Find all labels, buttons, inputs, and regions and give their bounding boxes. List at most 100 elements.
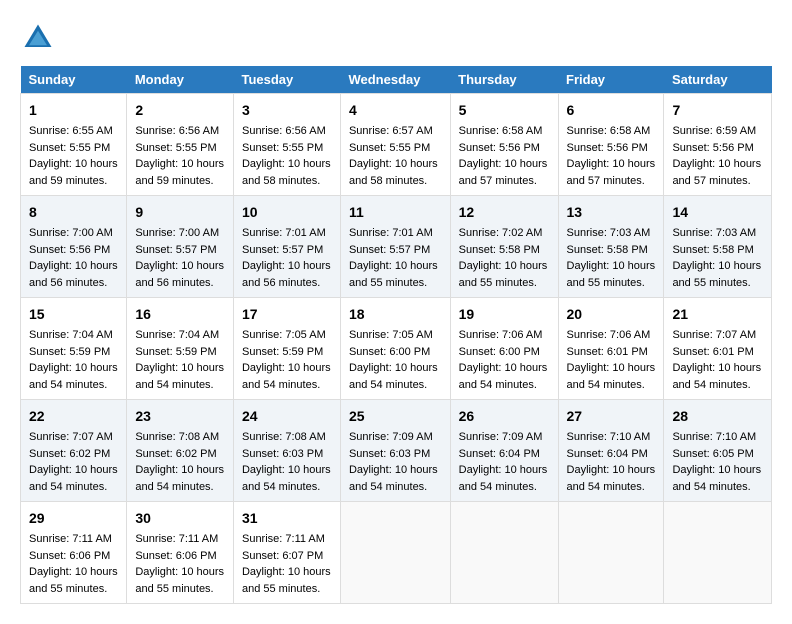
sunset-text: Sunset: 6:06 PM [29,550,110,562]
header-row: SundayMondayTuesdayWednesdayThursdayFrid… [21,66,772,94]
day-cell: 23Sunrise: 7:08 AMSunset: 6:02 PMDayligh… [127,400,234,502]
day-number: 23 [135,406,225,427]
day-cell: 27Sunrise: 7:10 AMSunset: 6:04 PMDayligh… [558,400,664,502]
sunset-text: Sunset: 6:00 PM [459,346,540,358]
day-number: 1 [29,100,118,121]
daylight-text: Daylight: 10 hours and 56 minutes. [29,260,118,289]
day-cell: 3Sunrise: 6:56 AMSunset: 5:55 PMDaylight… [233,94,340,196]
day-cell: 8 Sunrise: 7:00 AM Sunset: 5:56 PM Daylight… [21,196,127,298]
sunrise-text: Sunrise: 7:06 AM [567,329,651,341]
sunrise-text: Sunrise: 7:09 AM [349,431,433,443]
day-number: 17 [242,304,332,325]
day-number: 6 [567,100,656,121]
day-cell: 16Sunrise: 7:04 AMSunset: 5:59 PMDayligh… [127,298,234,400]
week-row-3: 15 Sunrise: 7:04 AM Sunset: 5:59 PM Dayligh… [21,298,772,400]
daylight-text: Daylight: 10 hours and 54 minutes. [459,362,548,391]
daylight-text: Daylight: 10 hours and 54 minutes. [29,464,118,493]
daylight-text: Daylight: 10 hours and 55 minutes. [349,260,438,289]
day-cell: 1Sunrise: 6:55 AMSunset: 5:55 PMDaylight… [21,94,127,196]
sunrise-text: Sunrise: 7:00 AM [29,227,113,239]
sunrise-text: Sunrise: 6:57 AM [349,125,433,137]
daylight-text: Daylight: 10 hours and 55 minutes. [672,260,761,289]
sunrise-text: Sunrise: 6:58 AM [567,125,651,137]
daylight-text: Daylight: 10 hours and 54 minutes. [349,464,438,493]
day-number: 5 [459,100,550,121]
daylight-text: Daylight: 10 hours and 54 minutes. [135,362,224,391]
sunset-text: Sunset: 5:58 PM [567,244,648,256]
sunset-text: Sunset: 6:07 PM [242,550,323,562]
day-number: 3 [242,100,332,121]
sunrise-text: Sunrise: 7:07 AM [672,329,756,341]
daylight-text: Daylight: 10 hours and 54 minutes. [459,464,548,493]
sunrise-text: Sunrise: 7:11 AM [242,533,325,545]
sunrise-text: Sunrise: 7:04 AM [29,329,113,341]
day-number: 19 [459,304,550,325]
sunrise-text: Sunrise: 6:58 AM [459,125,543,137]
daylight-text: Daylight: 10 hours and 59 minutes. [29,158,118,187]
day-number: 20 [567,304,656,325]
day-number: 10 [242,202,332,223]
sunrise-text: Sunrise: 7:03 AM [567,227,651,239]
sunset-text: Sunset: 5:56 PM [459,142,540,154]
daylight-text: Daylight: 10 hours and 57 minutes. [459,158,548,187]
logo [20,20,62,56]
day-cell: 31Sunrise: 7:11 AMSunset: 6:07 PMDayligh… [233,502,340,604]
day-number: 12 [459,202,550,223]
day-cell: 13Sunrise: 7:03 AMSunset: 5:58 PMDayligh… [558,196,664,298]
daylight-text: Daylight: 10 hours and 54 minutes. [242,464,331,493]
sunset-text: Sunset: 6:03 PM [349,448,430,460]
day-cell: 24Sunrise: 7:08 AMSunset: 6:03 PMDayligh… [233,400,340,502]
sunrise-text: Sunrise: 7:09 AM [459,431,543,443]
day-number: 30 [135,508,225,529]
daylight-text: Daylight: 10 hours and 54 minutes. [29,362,118,391]
daylight-text: Daylight: 10 hours and 55 minutes. [242,566,331,595]
daylight-text: Daylight: 10 hours and 55 minutes. [135,566,224,595]
day-cell: 10Sunrise: 7:01 AMSunset: 5:57 PMDayligh… [233,196,340,298]
sunset-text: Sunset: 5:56 PM [567,142,648,154]
day-number: 28 [672,406,763,427]
day-cell: 20Sunrise: 7:06 AMSunset: 6:01 PMDayligh… [558,298,664,400]
day-number: 15 [29,304,118,325]
sunrise-text: Sunrise: 7:01 AM [242,227,326,239]
day-cell: 14Sunrise: 7:03 AMSunset: 5:58 PMDayligh… [664,196,772,298]
sunset-text: Sunset: 5:58 PM [672,244,753,256]
sunrise-text: Sunrise: 7:05 AM [349,329,433,341]
day-cell: 17Sunrise: 7:05 AMSunset: 5:59 PMDayligh… [233,298,340,400]
day-cell: 30Sunrise: 7:11 AMSunset: 6:06 PMDayligh… [127,502,234,604]
daylight-text: Daylight: 10 hours and 54 minutes. [672,464,761,493]
sunset-text: Sunset: 5:55 PM [135,142,216,154]
day-cell [340,502,450,604]
calendar-table: SundayMondayTuesdayWednesdayThursdayFrid… [20,66,772,604]
sunset-text: Sunset: 5:57 PM [135,244,216,256]
daylight-text: Daylight: 10 hours and 56 minutes. [242,260,331,289]
week-row-2: 8 Sunrise: 7:00 AM Sunset: 5:56 PM Daylight… [21,196,772,298]
day-cell: 4Sunrise: 6:57 AMSunset: 5:55 PMDaylight… [340,94,450,196]
sunset-text: Sunset: 6:04 PM [459,448,540,460]
day-number: 22 [29,406,118,427]
day-number: 8 [29,202,118,223]
day-number: 25 [349,406,442,427]
daylight-text: Daylight: 10 hours and 59 minutes. [135,158,224,187]
logo-icon [20,20,56,56]
day-cell: 11Sunrise: 7:01 AMSunset: 5:57 PMDayligh… [340,196,450,298]
sunset-text: Sunset: 5:55 PM [242,142,323,154]
sunset-text: Sunset: 5:57 PM [349,244,430,256]
sunrise-text: Sunrise: 7:10 AM [567,431,651,443]
sunset-text: Sunset: 6:02 PM [135,448,216,460]
daylight-text: Daylight: 10 hours and 57 minutes. [567,158,656,187]
sunset-text: Sunset: 5:56 PM [29,244,110,256]
sunset-text: Sunset: 6:04 PM [567,448,648,460]
sunrise-text: Sunrise: 6:55 AM [29,125,113,137]
sunrise-text: Sunrise: 7:08 AM [242,431,326,443]
sunset-text: Sunset: 5:59 PM [135,346,216,358]
day-cell [664,502,772,604]
sunrise-text: Sunrise: 7:06 AM [459,329,543,341]
day-cell: 15Sunrise: 7:04 AMSunset: 5:59 PMDayligh… [21,298,127,400]
day-number: 24 [242,406,332,427]
sunrise-text: Sunrise: 7:11 AM [29,533,112,545]
sunset-text: Sunset: 6:01 PM [567,346,648,358]
day-cell: 12Sunrise: 7:02 AMSunset: 5:58 PMDayligh… [450,196,558,298]
day-cell: 21Sunrise: 7:07 AMSunset: 6:01 PMDayligh… [664,298,772,400]
day-cell: 26Sunrise: 7:09 AMSunset: 6:04 PMDayligh… [450,400,558,502]
day-number: 2 [135,100,225,121]
